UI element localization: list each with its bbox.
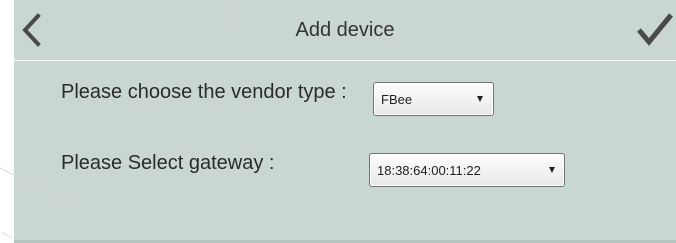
header-divider [14, 60, 676, 61]
vendor-type-value: FBee [381, 92, 413, 107]
dropdown-arrow-icon [549, 167, 555, 173]
checkmark-icon[interactable] [635, 11, 675, 47]
gateway-value: 18:38:64:00:11:22 [377, 163, 481, 178]
app-screen: Add device Please choose the vendor type… [14, 0, 676, 243]
gateway-select[interactable]: 18:38:64:00:11:22 [369, 153, 565, 187]
title-bar: Add device [14, 0, 676, 60]
page-title: Add device [295, 19, 395, 41]
vendor-type-label: Please choose the vendor type : [61, 81, 347, 103]
vendor-type-select[interactable]: FBee [373, 82, 494, 116]
gateway-label: Please Select gateway : [61, 152, 275, 174]
dropdown-arrow-icon [477, 96, 483, 102]
